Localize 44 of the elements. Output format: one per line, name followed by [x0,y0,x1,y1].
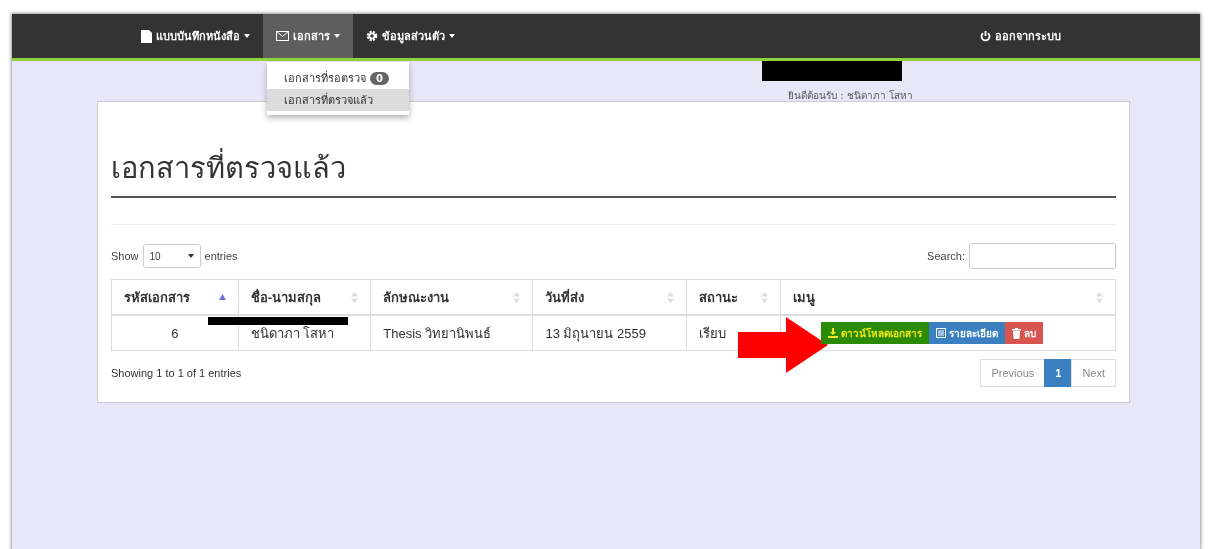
entries-label: entries [204,250,238,262]
caret-icon [449,34,455,38]
sort-icon [760,291,768,303]
pagination-button[interactable]: Previous [980,359,1046,387]
details-button[interactable]: รายละเอียด [928,322,1005,344]
sort-icon [1096,291,1103,303]
list-icon [935,328,946,338]
settings-icon [366,30,378,42]
pagination-button[interactable]: Next [1071,359,1116,387]
count-badge: 0 [370,71,389,85]
dropdown-item[interactable]: เอกสารที่ตรวจแล้ว [267,89,409,111]
table-cell: 13 มิถุนายน 2559 [532,315,687,351]
search-label: Search: [927,250,965,262]
column-header[interactable]: สถานะ [686,279,781,315]
download-icon [827,328,838,338]
caret-icon [334,34,340,38]
sort-icon [666,291,674,303]
column-header[interactable]: วันที่ส่ง [532,279,687,315]
nav-menu-item[interactable]: ข้อมูลส่วนตัว [353,14,468,58]
welcome-text: ยินดีต้อนรับ : ชนิดาภา โสหา [788,89,913,103]
logout-link[interactable]: ออกจากระบบ [967,14,1074,58]
dropdown-item[interactable]: เอกสารที่รอตรวจ 0 [267,67,409,89]
page-size-select[interactable]: 10 [142,244,201,268]
caret-icon [187,254,194,258]
column-header[interactable]: เมนู [780,279,1116,315]
sort-icon [351,291,359,303]
search-field[interactable] [969,243,1116,269]
show-label: Show [111,250,139,262]
sort-icon [513,291,521,303]
nav-menu-item[interactable]: แบบบันทึกหนังสือ [128,14,263,58]
trash-icon [1011,327,1021,339]
column-header[interactable]: ชื่อ-นามสกุล [238,279,371,315]
nav-menu-item[interactable]: เอกสาร [263,14,353,58]
table-cell: Thesis วิทยานิพนธ์ [370,315,533,351]
entries-info: Showing 1 to 1 of 1 entries [111,367,242,379]
column-header[interactable]: ลักษณะงาน [370,279,533,315]
document-icon [141,29,152,43]
envelope-icon [276,31,289,41]
delete-button[interactable]: ลบ [1004,322,1043,344]
column-header[interactable]: รหัสเอกสาร [111,279,239,315]
pagination-button[interactable]: 1 [1044,359,1073,387]
caret-icon [244,34,250,38]
power-icon [980,30,991,42]
sort-ascending-icon [218,294,226,300]
